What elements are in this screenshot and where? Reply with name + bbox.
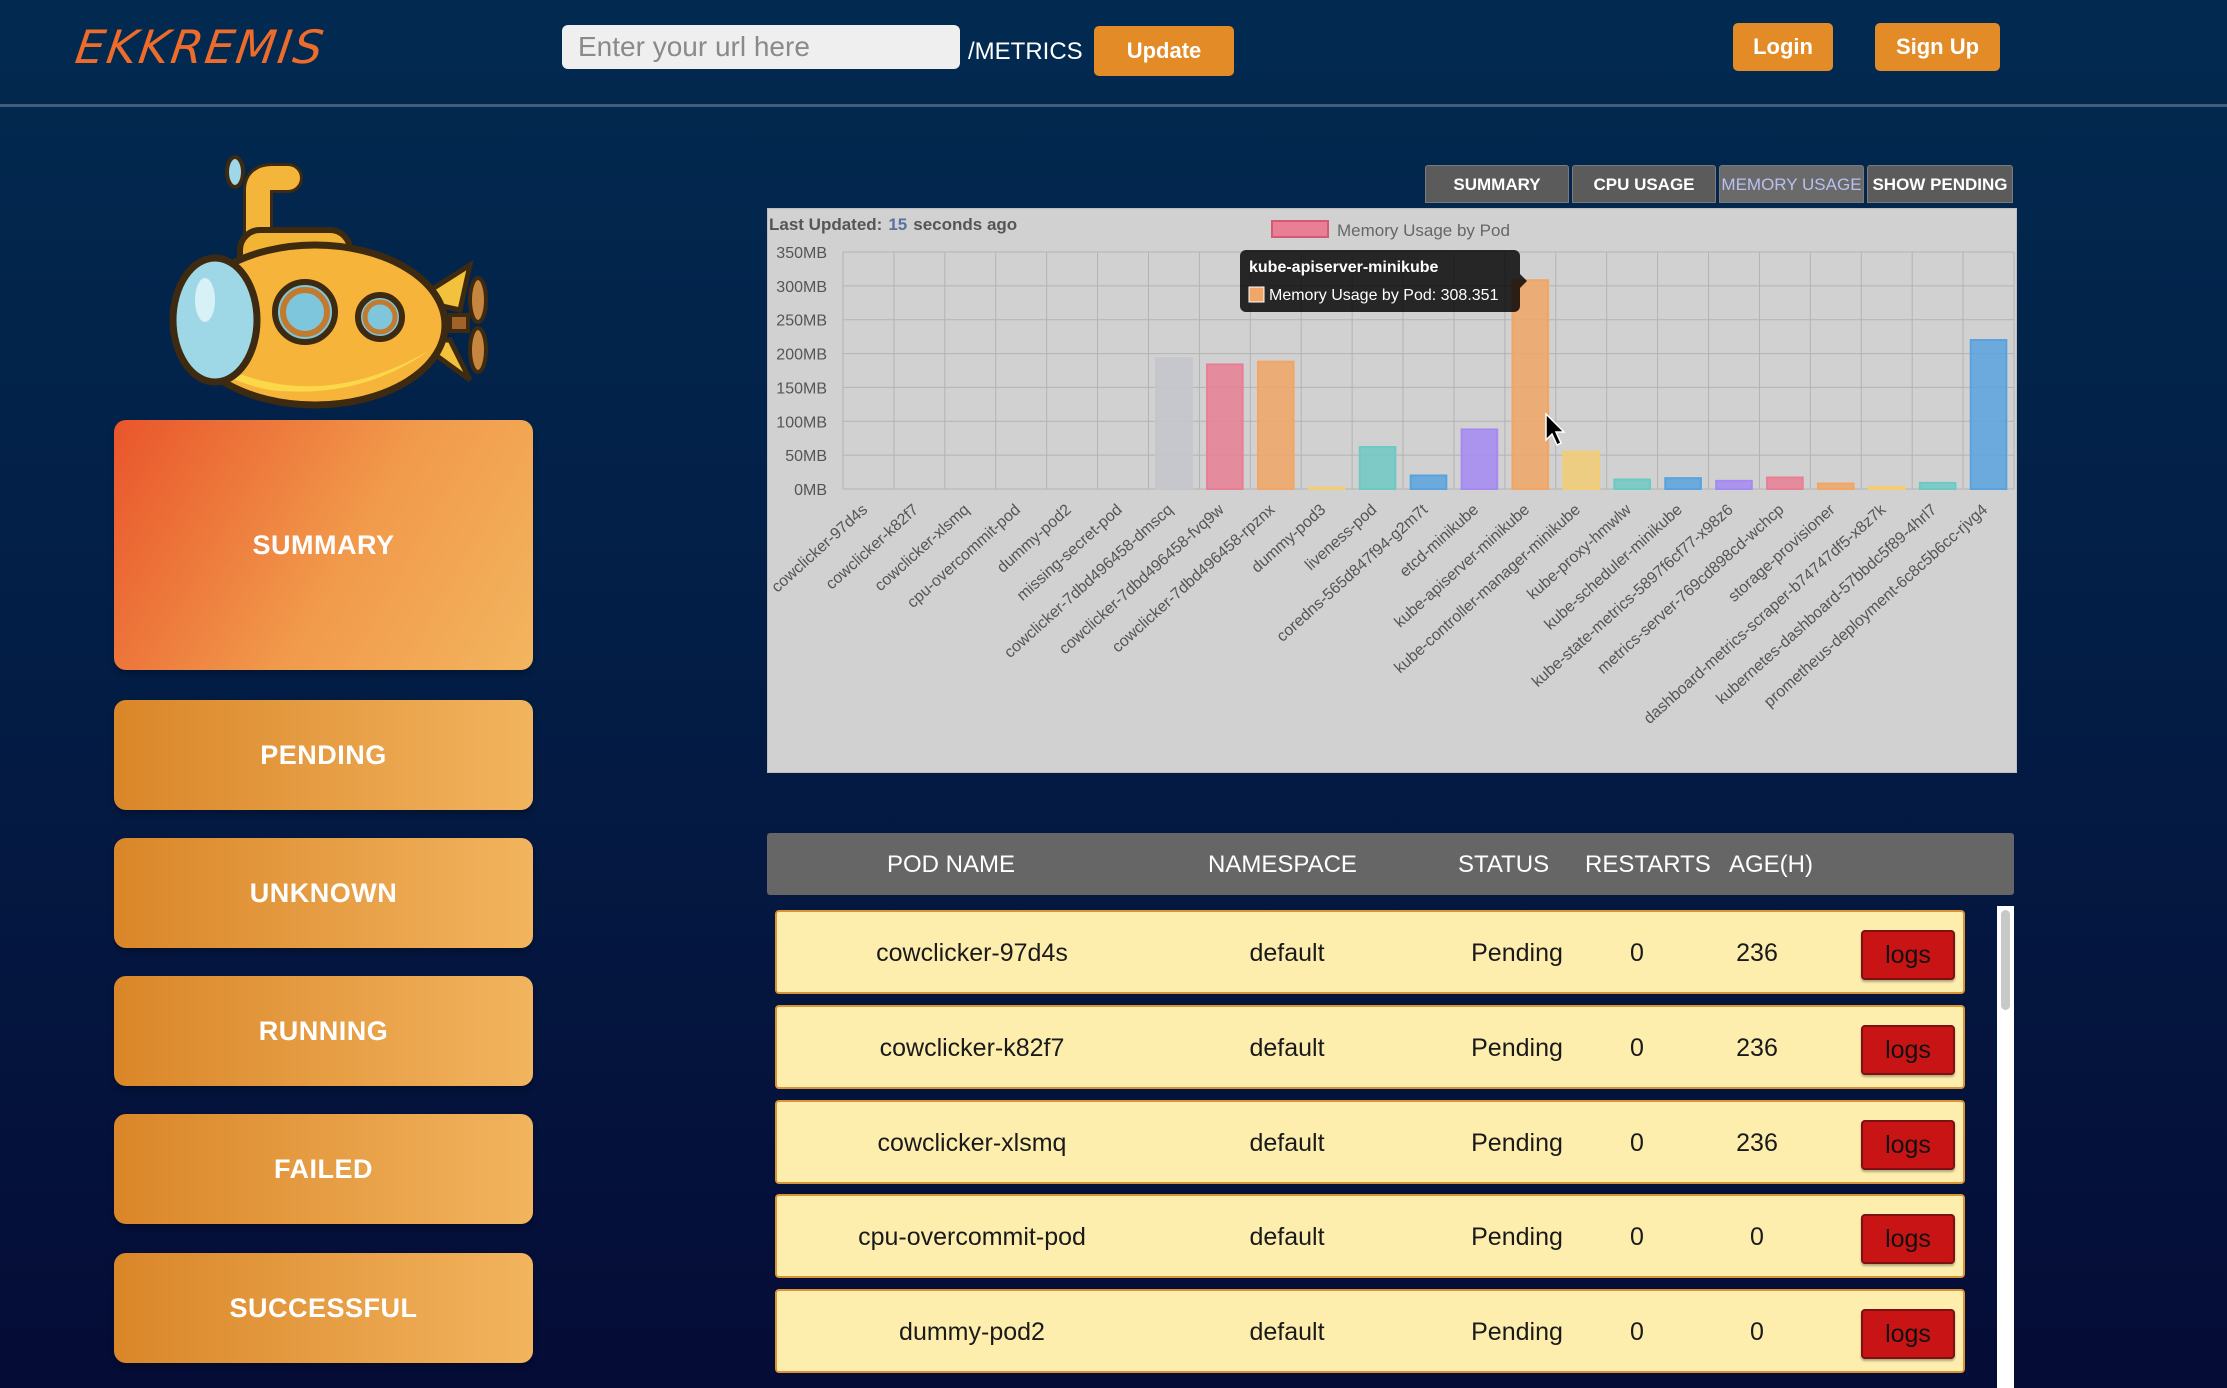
last-updated-text: Last Updated: 15 seconds ago — [769, 215, 1017, 235]
namespace-cell: default — [1249, 939, 1325, 967]
tab-summary[interactable]: SUMMARY — [1425, 165, 1569, 203]
login-button[interactable]: Login — [1733, 23, 1833, 71]
header-restarts: RESTARTS — [1585, 851, 1711, 878]
sidebar-running-button[interactable]: RUNNING — [114, 976, 533, 1086]
last-updated-suffix: seconds ago — [913, 215, 1018, 234]
namespace-cell: default — [1249, 1034, 1325, 1062]
pod-name-cell: dummy-pod2 — [899, 1318, 1045, 1346]
logs-button[interactable]: logs — [1861, 1120, 1955, 1170]
app-logo[interactable]: EKKREMIS — [72, 20, 328, 74]
tab-cpu-usage[interactable]: CPU USAGE — [1572, 165, 1716, 203]
age-cell: 0 — [1750, 1223, 1764, 1251]
status-cell: Pending — [1471, 1129, 1563, 1157]
pods-table-body[interactable]: cowclicker-97d4s default Pending 0 236 l… — [767, 904, 2014, 1388]
age-cell: 236 — [1736, 1034, 1778, 1062]
status-cell: Pending — [1471, 1318, 1563, 1346]
logs-button[interactable]: logs — [1861, 930, 1955, 980]
tab-memory-usage[interactable]: MEMORY USAGE — [1719, 165, 1864, 203]
pods-table-header: POD NAME NAMESPACE STATUS RESTARTS AGE(H… — [767, 833, 2014, 895]
sidebar-failed-button[interactable]: FAILED — [114, 1114, 533, 1224]
pod-name-cell: cowclicker-k82f7 — [879, 1034, 1065, 1062]
restarts-cell: 0 — [1630, 1223, 1644, 1251]
sidebar-successful-button[interactable]: SUCCESSFUL — [114, 1253, 533, 1363]
status-cell: Pending — [1471, 1034, 1563, 1062]
metrics-suffix-label: /METRICS — [968, 38, 1083, 65]
header-status: STATUS — [1458, 851, 1550, 878]
header-age: AGE(H) — [1729, 851, 1813, 878]
sidebar-pending-button[interactable]: PENDING — [114, 700, 533, 810]
header-namespace: NAMESPACE — [1208, 851, 1357, 878]
status-cell: Pending — [1471, 1223, 1563, 1251]
pod-name-cell: cowclicker-97d4s — [876, 939, 1068, 967]
table-row: cowclicker-xlsmq default Pending 0 236 l… — [775, 1100, 1965, 1184]
header-pod-name: POD NAME — [887, 851, 1016, 878]
namespace-cell: default — [1249, 1223, 1325, 1251]
table-row: cowclicker-k82f7 default Pending 0 236 l… — [775, 1005, 1965, 1089]
top-navbar: EKKREMIS /METRICS Update Login Sign Up — [0, 0, 2227, 107]
restarts-cell: 0 — [1630, 939, 1644, 967]
submarine-icon — [160, 150, 490, 410]
last-updated-value: 15 — [888, 215, 908, 234]
table-row: cowclicker-97d4s default Pending 0 236 l… — [775, 910, 1965, 994]
sidebar-summary-button[interactable]: SUMMARY — [114, 420, 533, 670]
pod-name-cell: cpu-overcommit-pod — [858, 1223, 1086, 1251]
namespace-cell: default — [1249, 1129, 1325, 1157]
sidebar-unknown-button[interactable]: UNKNOWN — [114, 838, 533, 948]
update-button[interactable]: Update — [1094, 26, 1234, 76]
logs-button[interactable]: logs — [1861, 1309, 1955, 1359]
tab-show-pending[interactable]: SHOW PENDING — [1867, 165, 2013, 203]
pod-name-cell: cowclicker-xlsmq — [877, 1129, 1067, 1157]
logs-button[interactable]: logs — [1861, 1025, 1955, 1075]
age-cell: 0 — [1750, 1318, 1764, 1346]
memory-usage-chart-panel — [767, 208, 2017, 773]
age-cell: 236 — [1736, 1129, 1778, 1157]
metrics-url-input[interactable] — [562, 25, 960, 69]
restarts-cell: 0 — [1630, 1318, 1644, 1346]
table-row: cpu-overcommit-pod default Pending 0 0 l… — [775, 1194, 1965, 1278]
signup-button[interactable]: Sign Up — [1875, 23, 2000, 71]
table-scrollbar-thumb[interactable] — [2001, 910, 2010, 1010]
restarts-cell: 0 — [1630, 1034, 1644, 1062]
logs-button[interactable]: logs — [1861, 1214, 1955, 1264]
last-updated-label: Last Updated: — [769, 215, 883, 234]
namespace-cell: default — [1249, 1318, 1325, 1346]
age-cell: 236 — [1736, 939, 1778, 967]
status-cell: Pending — [1471, 939, 1563, 967]
restarts-cell: 0 — [1630, 1129, 1644, 1157]
table-row: dummy-pod2 default Pending 0 0 logs — [775, 1289, 1965, 1373]
